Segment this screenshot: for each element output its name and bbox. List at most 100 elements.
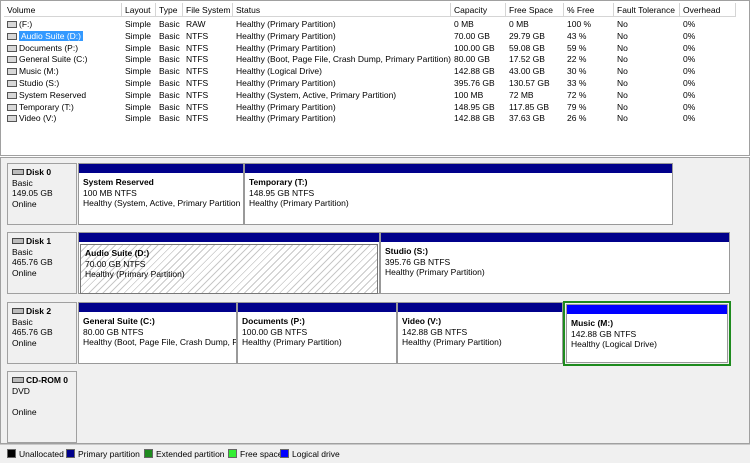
legend-logical: Logical drive <box>280 449 340 459</box>
partition-title: Studio (S:) <box>385 246 428 256</box>
partition-size: 142.88 GB NTFS <box>402 326 468 337</box>
legend-swatch <box>144 449 153 458</box>
cell-layout: Simple <box>125 78 151 88</box>
cell-fs: NTFS <box>186 66 209 77</box>
col-header-freespace[interactable]: Free Space <box>506 3 564 17</box>
cell-fault: No <box>617 113 628 124</box>
partition-status: Healthy (Primary Partition) <box>242 337 342 347</box>
cell-type: Basic <box>159 113 180 124</box>
col-header-fault-tolerance[interactable]: Fault Tolerance <box>614 3 680 17</box>
partition-system-reserved[interactable]: System Reserved 100 MB NTFS Healthy (Sys… <box>78 163 244 225</box>
drive-icon <box>7 80 17 87</box>
col-header-filesystem[interactable]: File System <box>183 3 233 17</box>
drive-icon <box>7 56 17 64</box>
cell-pct: 72 % <box>567 89 587 100</box>
cell-fs: NTFS <box>186 30 209 41</box>
col-header-overhead[interactable]: Overhead <box>680 3 736 17</box>
cell-fault: No <box>617 30 628 41</box>
disk-icon <box>12 169 24 175</box>
cell-pct: 43 % <box>567 30 587 41</box>
col-header-volume[interactable]: Volume <box>4 3 122 17</box>
cell-status: Healthy (System, Active, Primary Partiti… <box>236 89 397 100</box>
cell-free: 29.79 GB <box>509 30 545 41</box>
primary-partition-bar <box>238 303 396 313</box>
col-header-capacity[interactable]: Capacity <box>451 3 506 17</box>
cell-overhead: 0% <box>683 30 696 41</box>
partition-size: 395.76 GB NTFS <box>385 256 451 267</box>
partition-audio-suite[interactable]: Audio Suite (D:) 70.00 GB NTFS Healthy (… <box>78 232 380 294</box>
drive-icon <box>7 32 17 40</box>
partition-title: General Suite (C:) <box>83 316 155 326</box>
partition-size: 100.00 GB NTFS <box>242 326 308 337</box>
volume-list[interactable]: Volume Layout Type File System Status Ca… <box>0 0 750 156</box>
partition-status: Healthy (Primary Partition) <box>385 267 485 277</box>
volume-name: Music (M:) <box>19 66 59 77</box>
disk-name: Disk 2 <box>26 306 52 316</box>
cell-fault: No <box>617 78 628 88</box>
partition-title: Documents (P:) <box>242 316 305 326</box>
cell-free: 130.57 GB <box>509 78 550 88</box>
disk-0-label[interactable]: Disk 0 Basic 149.05 GB Online <box>7 163 77 225</box>
cell-capacity: 70.00 GB <box>454 30 490 41</box>
col-header-percent-free[interactable]: % Free <box>564 3 614 17</box>
cell-type: Basic <box>159 30 180 41</box>
cell-status: Healthy (Primary Partition) <box>236 19 336 29</box>
cell-overhead: 0% <box>683 66 696 77</box>
cell-pct: 100 % <box>567 19 592 29</box>
cell-type: Basic <box>159 66 180 77</box>
cell-free: 59.08 GB <box>509 42 545 53</box>
cell-overhead: 0% <box>683 42 696 53</box>
cell-pct: 59 % <box>567 42 587 53</box>
disk-type: DVD <box>12 385 30 396</box>
primary-partition-bar <box>79 164 243 174</box>
cell-layout: Simple <box>125 19 151 29</box>
col-header-status[interactable]: Status <box>233 3 451 17</box>
cell-fs: NTFS <box>186 89 209 100</box>
partition-size: 100 MB NTFS <box>83 187 137 198</box>
cell-overhead: 0% <box>683 89 696 100</box>
logical-drive-bar <box>567 305 727 315</box>
partition-documents[interactable]: Documents (P:) 100.00 GB NTFS Healthy (P… <box>237 302 397 364</box>
cell-fault: No <box>617 42 628 53</box>
partition-music[interactable]: Music (M:) 142.88 GB NTFS Healthy (Logic… <box>566 304 728 363</box>
cell-status: Healthy (Primary Partition) <box>236 30 336 41</box>
volume-name: Audio Suite (D:) <box>19 30 83 41</box>
volume-name: System Reserved <box>19 89 87 100</box>
cell-layout: Simple <box>125 66 151 77</box>
drive-icon <box>7 21 17 28</box>
cell-fault: No <box>617 89 628 100</box>
disk-name: Disk 1 <box>26 236 52 246</box>
partition-status: Healthy (System, Active, Primary Partiti… <box>83 198 241 208</box>
cell-layout: Simple <box>125 30 151 41</box>
disk-1-label[interactable]: Disk 1 Basic 465.76 GB Online <box>7 232 77 294</box>
cell-fs: NTFS <box>186 42 209 53</box>
col-header-type[interactable]: Type <box>156 3 183 17</box>
cell-overhead: 0% <box>683 19 696 29</box>
partition-title: Video (V:) <box>402 316 442 326</box>
disk-2-label[interactable]: Disk 2 Basic 465.76 GB Online <box>7 302 77 364</box>
cell-type: Basic <box>159 19 180 29</box>
partition-studio[interactable]: Studio (S:) 395.76 GB NTFS Healthy (Prim… <box>380 232 730 294</box>
partition-title: System Reserved <box>83 177 154 187</box>
volume-name: (F:) <box>19 19 33 29</box>
disk-type: Basic <box>12 246 33 257</box>
cell-name: Audio Suite (D:) <box>4 30 122 42</box>
partition-video[interactable]: Video (V:) 142.88 GB NTFS Healthy (Prima… <box>397 302 563 364</box>
drive-icon <box>7 115 17 123</box>
partition-general-suite[interactable]: General Suite (C:) 80.00 GB NTFS Healthy… <box>78 302 237 364</box>
cell-pct: 22 % <box>567 54 587 65</box>
disk-size: 465.76 GB <box>12 257 53 267</box>
disk-name: CD-ROM 0 <box>26 375 69 385</box>
partition-temporary[interactable]: Temporary (T:) 148.95 GB NTFS Healthy (P… <box>244 163 673 225</box>
cdrom-0-label[interactable]: CD-ROM 0 DVD Online <box>7 371 77 443</box>
cell-pct: 33 % <box>567 78 587 88</box>
partition-title: Audio Suite (D:) <box>85 248 150 258</box>
primary-partition-bar <box>245 164 672 174</box>
disk-state: Online <box>12 267 37 278</box>
cell-capacity: 0 MB <box>454 19 474 29</box>
col-header-layout[interactable]: Layout <box>122 3 156 17</box>
disk-icon <box>12 238 24 244</box>
partition-status: Healthy (Primary Partition) <box>402 337 502 347</box>
cell-status: Healthy (Boot, Page File, Crash Dump, Pr… <box>236 54 451 65</box>
cell-fs: NTFS <box>186 54 209 65</box>
